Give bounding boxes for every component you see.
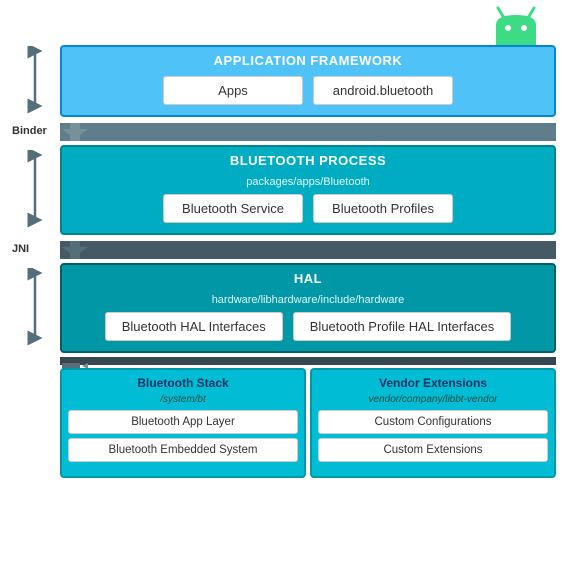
vendor-ext-section: Vendor Extensions vendor/company/libbt-v… (310, 368, 556, 478)
app-framework-content: APPLICATION FRAMEWORK Apps android.bluet… (60, 45, 556, 117)
bt-stack-title: Bluetooth Stack (68, 376, 298, 390)
custom-extensions-card: Custom Extensions (318, 438, 548, 462)
bt-process-title: BLUETOOTH PROCESS (72, 153, 544, 168)
vendor-ext-title: Vendor Extensions (318, 376, 548, 390)
bt-process-cards: Bluetooth Service Bluetooth Profiles (72, 194, 544, 223)
bt-app-layer-card: Bluetooth App Layer (68, 410, 298, 434)
bt-process-path: packages/apps/Bluetooth (72, 176, 544, 188)
bt-hal-interfaces-card: Bluetooth HAL Interfaces (105, 312, 283, 341)
custom-configs-card: Custom Configurations (318, 410, 548, 434)
bt-process-content: BLUETOOTH PROCESS packages/apps/Bluetoot… (60, 145, 556, 235)
binder-arrow-svg (10, 46, 60, 116)
android-bluetooth-card: android.bluetooth (313, 76, 453, 105)
bottom-divider (60, 357, 556, 365)
app-framework-title: APPLICATION FRAMEWORK (72, 53, 544, 68)
hal-title: HAL (72, 271, 544, 286)
bt-stack-section: Bluetooth Stack /system/bt Bluetooth App… (60, 368, 306, 478)
app-framework-arrows (10, 45, 60, 117)
hal-cards: Bluetooth HAL Interfaces Bluetooth Profi… (72, 312, 544, 341)
jni-arrow-svg (10, 150, 60, 230)
bt-service-card: Bluetooth Service (163, 194, 303, 223)
hal-section: HAL hardware/libhardware/include/hardwar… (60, 263, 556, 353)
hal-wrapper: HAL hardware/libhardware/include/hardwar… (10, 263, 556, 353)
app-framework-wrapper: APPLICATION FRAMEWORK Apps android.bluet… (10, 45, 556, 117)
jni-label: JNI (12, 243, 29, 255)
hal-arrows (10, 263, 60, 353)
binder-bar (60, 123, 556, 141)
bt-process-section: BLUETOOTH PROCESS packages/apps/Bluetoot… (60, 145, 556, 235)
jni-divider: JNI (10, 239, 556, 261)
app-framework-section: APPLICATION FRAMEWORK Apps android.bluet… (60, 45, 556, 117)
bt-process-arrows (10, 145, 60, 235)
bottom-row: Bluetooth Stack /system/bt Bluetooth App… (60, 368, 556, 478)
bt-profile-hal-card: Bluetooth Profile HAL Interfaces (293, 312, 512, 341)
app-framework-cards: Apps android.bluetooth (72, 76, 544, 105)
jni-arrows-icon (60, 239, 120, 261)
binder-arrows-icon (60, 121, 120, 143)
hal-content: HAL hardware/libhardware/include/hardwar… (60, 263, 556, 353)
binder-divider: Binder (10, 121, 556, 143)
apps-card: Apps (163, 76, 303, 105)
hal-path: hardware/libhardware/include/hardware (72, 294, 544, 306)
vendor-ext-path: vendor/company/libbt-vendor (318, 394, 548, 405)
diagram-container: APPLICATION FRAMEWORK Apps android.bluet… (10, 45, 556, 568)
hal-arrow-svg (10, 268, 60, 348)
bt-stack-path: /system/bt (68, 394, 298, 405)
bt-embedded-card: Bluetooth Embedded System (68, 438, 298, 462)
bt-process-wrapper: BLUETOOTH PROCESS packages/apps/Bluetoot… (10, 145, 556, 235)
bt-profiles-card: Bluetooth Profiles (313, 194, 453, 223)
binder-label: Binder (12, 125, 47, 137)
jni-bar (60, 241, 556, 259)
